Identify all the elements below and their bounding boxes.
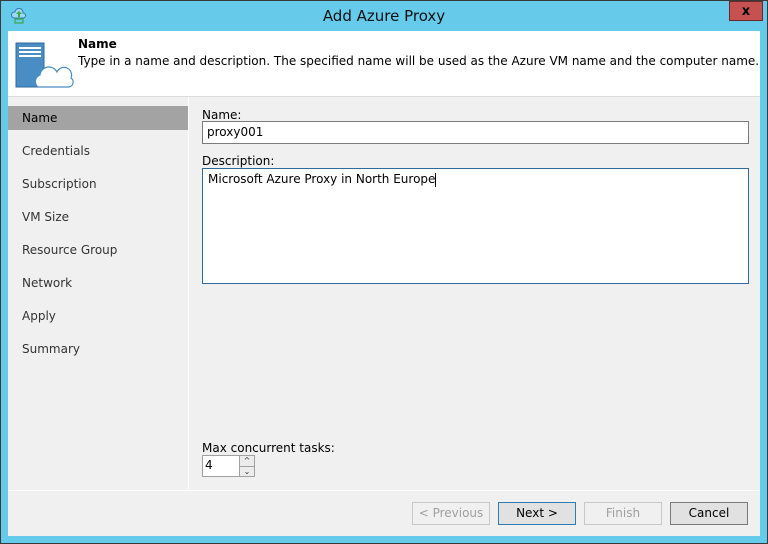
- next-button[interactable]: Next >: [498, 502, 576, 525]
- step-description: Type in a name and description. The spec…: [78, 54, 760, 68]
- sidebar-item-apply[interactable]: Apply: [8, 304, 188, 328]
- wizard-client-area: Name Type in a name and description. The…: [8, 31, 760, 536]
- description-label: Description:: [202, 154, 275, 168]
- wizard-steps-sidebar: Name Credentials Subscription VM Size Re…: [8, 97, 189, 489]
- increment-button[interactable]: ^: [239, 456, 254, 466]
- previous-button[interactable]: < Previous: [412, 502, 490, 525]
- chevron-down-icon: ⌄: [243, 467, 251, 476]
- sidebar-item-summary[interactable]: Summary: [8, 337, 188, 361]
- text-caret: [435, 172, 437, 187]
- step-title: Name: [78, 37, 117, 51]
- decrement-button[interactable]: ⌄: [239, 466, 254, 476]
- wizard-header: Name Type in a name and description. The…: [8, 31, 760, 97]
- cancel-button[interactable]: Cancel: [670, 502, 748, 525]
- window-title: Add Azure Proxy: [322, 7, 446, 25]
- add-azure-proxy-window: Add Azure Proxy x Name Type in a name an…: [0, 0, 768, 544]
- title-bar: Add Azure Proxy x: [1, 1, 767, 31]
- name-input[interactable]: proxy001: [202, 121, 749, 144]
- name-label: Name:: [202, 108, 242, 122]
- wizard-footer: < Previous Next > Finish Cancel: [8, 490, 760, 537]
- name-input-value: proxy001: [207, 125, 264, 139]
- sidebar-item-subscription[interactable]: Subscription: [8, 172, 188, 196]
- sidebar-item-resource-group[interactable]: Resource Group: [8, 238, 188, 262]
- sidebar-item-credentials[interactable]: Credentials: [8, 139, 188, 163]
- chevron-up-icon: ^: [243, 456, 251, 465]
- close-button[interactable]: x: [729, 1, 763, 21]
- description-textarea-value: Microsoft Azure Proxy in North Europe: [208, 172, 436, 186]
- sidebar-item-network[interactable]: Network: [8, 271, 188, 295]
- sidebar-item-name[interactable]: Name: [8, 106, 188, 130]
- server-cloud-icon: [15, 42, 74, 88]
- wizard-main-panel: Name: proxy001 Description: Microsoft Az…: [189, 97, 760, 489]
- max-concurrent-tasks-stepper[interactable]: 4 ^ ⌄: [202, 455, 255, 477]
- close-icon: x: [741, 3, 751, 19]
- sidebar-item-vm-size[interactable]: VM Size: [8, 205, 188, 229]
- description-textarea[interactable]: Microsoft Azure Proxy in North Europe: [202, 168, 749, 284]
- max-concurrent-tasks-label: Max concurrent tasks:: [202, 441, 335, 455]
- finish-button[interactable]: Finish: [584, 502, 662, 525]
- max-concurrent-tasks-value: 4: [205, 458, 213, 472]
